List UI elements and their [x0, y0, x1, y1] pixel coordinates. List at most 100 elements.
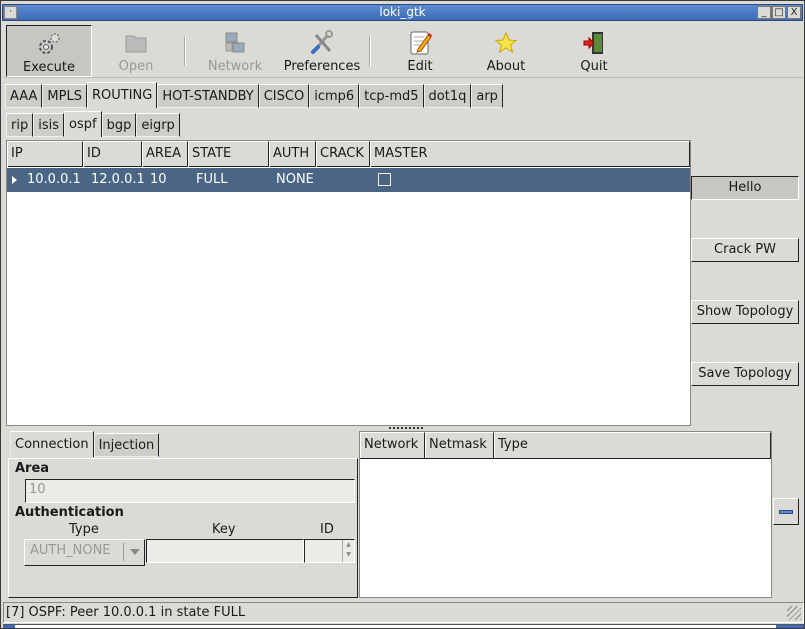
- tab-connection[interactable]: Connection: [10, 431, 94, 457]
- open-label: Open: [118, 59, 154, 74]
- auth-type-combo[interactable]: AUTH_NONE: [24, 539, 145, 566]
- show-topology-button[interactable]: Show Topology: [691, 300, 799, 324]
- hello-button[interactable]: Hello: [691, 176, 799, 200]
- tab-isis[interactable]: isis: [33, 113, 64, 137]
- cell-id: 12.0.0.1: [91, 172, 145, 187]
- tab-cisco[interactable]: CISCO: [258, 84, 310, 108]
- cell-state: FULL: [196, 172, 228, 187]
- tab-eigrp[interactable]: eigrp: [136, 113, 180, 137]
- status-message: [7] OSPF: Peer 10.0.0.1 in state FULL: [6, 605, 246, 620]
- tab-routing[interactable]: ROUTING: [86, 82, 158, 108]
- spin-arrows-icon[interactable]: ▲ ▼: [342, 540, 354, 562]
- toolbar-separator: [369, 36, 371, 66]
- key-label: Key: [212, 522, 236, 537]
- network-button[interactable]: Network: [194, 25, 276, 77]
- column-crack[interactable]: CRACK: [316, 141, 370, 167]
- id-spinbutton[interactable]: ▲ ▼: [304, 539, 355, 563]
- key-input[interactable]: [146, 539, 304, 563]
- master-checkbox[interactable]: [378, 173, 391, 186]
- window-title: loki_gtk: [379, 5, 426, 19]
- column-state[interactable]: STATE: [188, 141, 269, 167]
- cell-crack: [320, 168, 374, 192]
- quit-label: Quit: [580, 59, 608, 74]
- tab-aaa[interactable]: AAA: [5, 84, 43, 108]
- detail-tabs: Connection Injection: [10, 431, 160, 457]
- area-label: Area: [15, 461, 50, 476]
- edit-icon: [406, 29, 434, 57]
- about-label: About: [486, 59, 526, 74]
- gears-icon: [35, 30, 63, 58]
- column-ip[interactable]: IP: [7, 141, 83, 167]
- column-type[interactable]: Type: [494, 432, 771, 458]
- tab-dot1q[interactable]: dot1q: [423, 84, 472, 108]
- toolbar: Execute Open Network Preferences Edit Ab…: [4, 24, 803, 78]
- detail-notebook: Connection Injection Area 10 Authenticat…: [6, 431, 358, 599]
- scroll-left-handle: [3, 625, 15, 628]
- minimize-button[interactable]: _: [757, 6, 771, 19]
- cell-ip: 10.0.0.1: [27, 172, 81, 187]
- execute-label: Execute: [23, 60, 75, 75]
- tab-injection[interactable]: Injection: [93, 433, 160, 457]
- open-button[interactable]: Open: [96, 25, 176, 77]
- peer-table-header: IP ID AREA STATE AUTH CRACK MASTER: [7, 141, 690, 167]
- authentication-label: Authentication: [15, 505, 124, 520]
- quit-button[interactable]: Quit: [556, 25, 632, 77]
- tab-rip[interactable]: rip: [6, 113, 34, 137]
- resize-grip-icon[interactable]: [787, 606, 801, 620]
- bottom-scrollbar[interactable]: [3, 624, 804, 628]
- status-bar: [7] OSPF: Peer 10.0.0.1 in state FULL: [3, 602, 804, 623]
- tab-icmp6[interactable]: icmp6: [309, 84, 360, 108]
- pane-resize-handle[interactable]: [389, 427, 423, 430]
- area-input[interactable]: 10: [25, 479, 355, 503]
- app-window: · loki_gtk _ □ X Execute Open Network Pr…: [0, 0, 805, 629]
- table-row[interactable]: 10.0.0.1 12.0.0.1 10 FULL NONE: [7, 168, 690, 192]
- cell-auth: NONE: [276, 172, 314, 187]
- combo-separator: [123, 543, 124, 561]
- exit-icon: [580, 29, 608, 57]
- id-label: ID: [320, 522, 334, 537]
- folder-icon: [122, 29, 150, 57]
- preferences-button[interactable]: Preferences: [278, 25, 366, 77]
- scroll-right-handle: [776, 625, 804, 628]
- column-network[interactable]: Network: [360, 432, 425, 458]
- save-topology-button[interactable]: Save Topology: [691, 362, 799, 386]
- routes-table: Network Netmask Type: [359, 431, 772, 598]
- column-area[interactable]: AREA: [142, 141, 188, 167]
- tab-ospf[interactable]: ospf: [64, 111, 102, 137]
- column-id[interactable]: ID: [83, 141, 142, 167]
- tab-arp[interactable]: arp: [471, 84, 503, 108]
- routing-tabs: rip isis ospf bgp eigrp: [6, 111, 180, 137]
- maximize-button[interactable]: □: [772, 6, 786, 19]
- tab-hot-standby[interactable]: HOT-STANDBY: [157, 84, 259, 108]
- network-label: Network: [207, 59, 263, 74]
- star-icon: [492, 29, 520, 57]
- auth-type-value: AUTH_NONE: [30, 543, 111, 558]
- tab-mpls[interactable]: MPLS: [42, 84, 87, 108]
- network-icon: [221, 29, 249, 57]
- column-netmask[interactable]: Netmask: [425, 432, 494, 458]
- minus-icon: [779, 510, 793, 514]
- protocol-tabs: AAA MPLS ROUTING HOT-STANDBY CISCO icmp6…: [5, 82, 503, 108]
- crack-pw-button[interactable]: Crack PW: [691, 238, 799, 262]
- edit-label: Edit: [407, 59, 433, 74]
- toolbar-separator: [184, 36, 186, 66]
- cell-area: 10: [150, 172, 167, 187]
- chevron-down-icon: [130, 549, 140, 555]
- edit-button[interactable]: Edit: [382, 25, 458, 77]
- routes-table-header: Network Netmask Type: [360, 432, 771, 459]
- column-master[interactable]: MASTER: [370, 141, 690, 167]
- remove-route-button[interactable]: [773, 498, 799, 525]
- execute-button[interactable]: Execute: [6, 25, 92, 77]
- tab-bgp[interactable]: bgp: [101, 113, 137, 137]
- connection-panel: Area 10 Authentication Type Key ID AUTH_…: [8, 458, 358, 598]
- column-auth[interactable]: AUTH: [269, 141, 316, 167]
- tab-tcp-md5[interactable]: tcp-md5: [359, 84, 424, 108]
- cell-master: [374, 168, 391, 192]
- title-bar: · loki_gtk _ □ X: [2, 4, 803, 21]
- close-button[interactable]: X: [787, 6, 801, 19]
- about-button[interactable]: About: [468, 25, 544, 77]
- preferences-label: Preferences: [283, 59, 361, 74]
- tools-icon: [308, 29, 336, 57]
- peer-table: IP ID AREA STATE AUTH CRACK MASTER 10.0.…: [6, 140, 691, 426]
- type-label: Type: [69, 522, 99, 537]
